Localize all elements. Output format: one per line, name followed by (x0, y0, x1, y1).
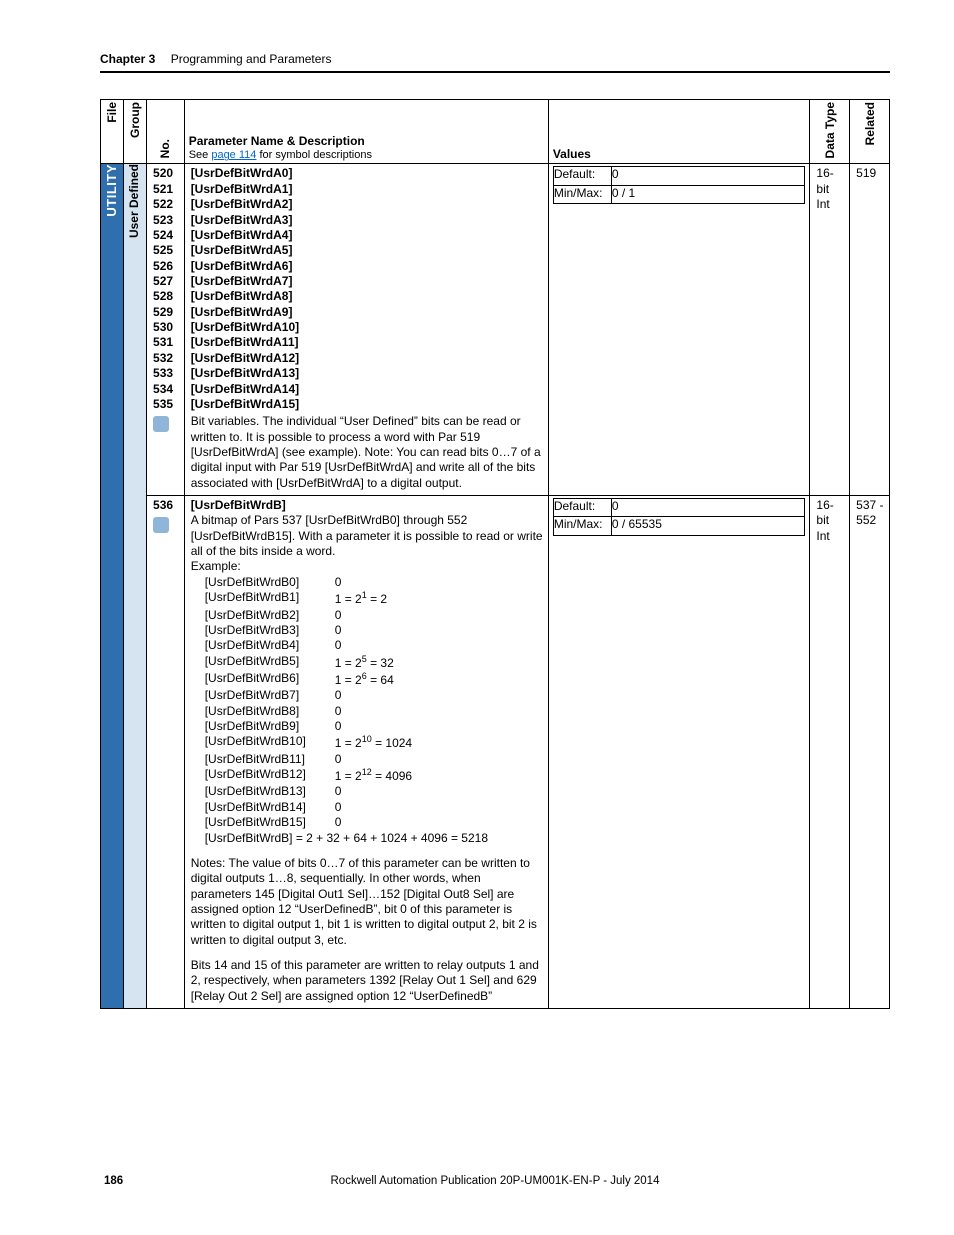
col-related: Related (850, 100, 890, 164)
parameter-table: File Group No. Parameter Name & Descript… (100, 99, 890, 1009)
row1-dtype: 16-bitInt (810, 164, 850, 496)
col-no: No. (147, 100, 185, 164)
publication-id: Rockwell Automation Publication 20P-UM00… (100, 1175, 890, 1187)
col-file: File (101, 100, 124, 164)
col-datatype: Data Type (810, 100, 850, 164)
file-label-cell: UTILITY (101, 164, 124, 1009)
row1-related: 519 (850, 164, 890, 496)
row1-numbers: 5205215225235245255265275285295305315325… (147, 164, 185, 496)
page-header: Chapter 3 Programming and Parameters (100, 52, 890, 73)
page-number: 186 (104, 1175, 123, 1187)
row2-number: 536 (147, 496, 185, 1009)
col-desc: Parameter Name & Description See page 11… (184, 100, 548, 164)
row2-related: 537 - 552 (850, 496, 890, 1009)
symbol-desc-link[interactable]: page 114 (211, 149, 256, 161)
link-icon (153, 416, 169, 432)
row2-dtype: 16-bitInt (810, 496, 850, 1009)
chapter-title: Programming and Parameters (171, 52, 332, 66)
col-group: Group (124, 100, 147, 164)
col-values: Values (548, 100, 810, 164)
row2-values: Default:0 Min/Max:0 / 65535 (548, 496, 810, 1009)
row2-desc: [UsrDefBitWrdB] A bitmap of Pars 537 [Us… (184, 496, 548, 1009)
row1-values: Default:0 Min/Max:0 / 1 (548, 164, 810, 496)
link-icon (153, 517, 169, 533)
group-label-cell: User Defined (124, 164, 147, 1009)
row1-desc: [UsrDefBitWrdA0][UsrDefBitWrdA1][UsrDefB… (184, 164, 548, 496)
chapter-label: Chapter 3 (100, 52, 155, 66)
page-footer: 186 Rockwell Automation Publication 20P-… (100, 1175, 890, 1187)
